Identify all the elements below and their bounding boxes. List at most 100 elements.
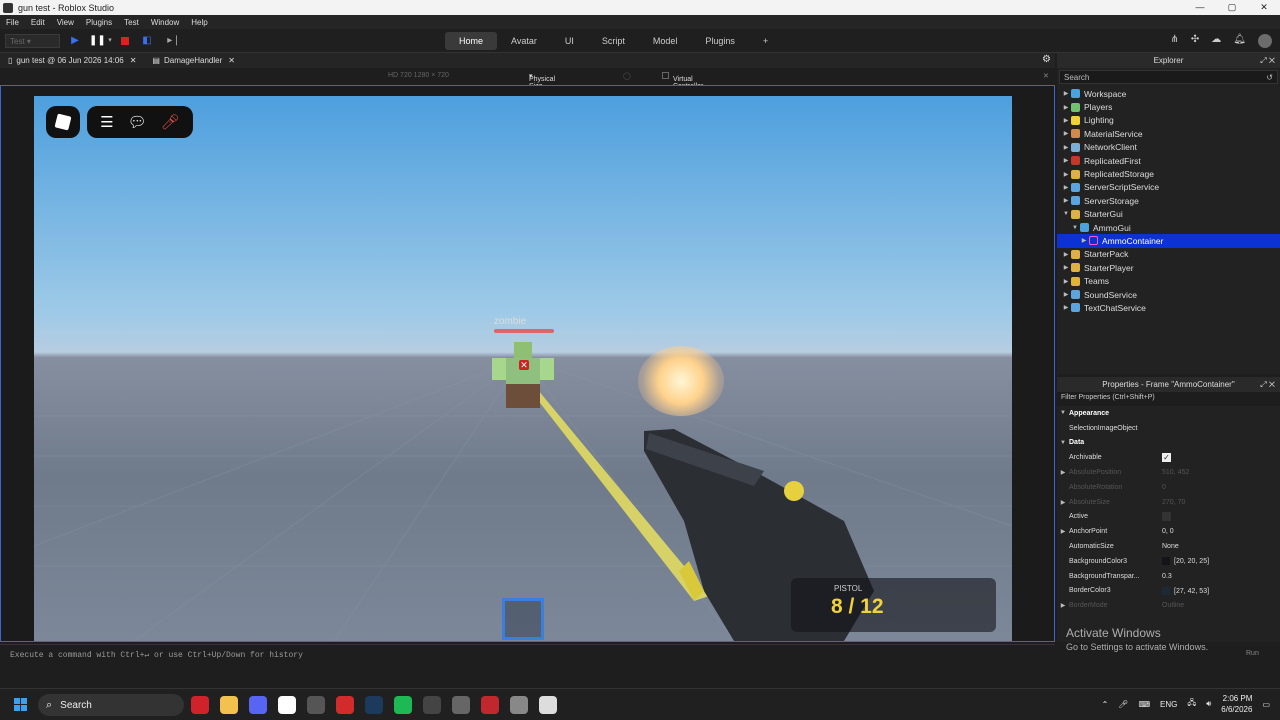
steam-icon[interactable] [365,696,383,714]
close-button[interactable]: ✕ [1248,0,1280,15]
property-row[interactable]: BackgroundTranspar... 0.3 [1057,569,1280,584]
chevron-up-icon[interactable]: ⌃ [1102,700,1109,709]
popout-icon[interactable]: ⤢ [1260,380,1266,389]
close-icon[interactable]: ✕ [1269,380,1275,389]
explorer-item[interactable]: ▼ AmmoGui [1057,221,1280,234]
expand-arrow-icon[interactable]: ▶ [1061,304,1071,311]
explorer-item[interactable]: ▶ StarterPack [1057,248,1280,261]
command-bar[interactable]: Execute a command with Ctrl+↵ or use Ctr… [0,644,1055,664]
explorer-item[interactable]: ▶ NetworkClient [1057,141,1280,154]
property-row[interactable]: ▶ AbsoluteSize 270, 70 [1057,495,1280,510]
clock[interactable]: 2:06 PM 6/6/2026 [1221,693,1252,715]
explorer-item[interactable]: ▶ Teams [1057,274,1280,287]
tab-place[interactable]: ▯ gun test @ 06 Jun 2026 14:06 ✕ [0,53,144,68]
expand-arrow-icon[interactable]: ▶ [1057,528,1069,535]
filter-properties-input[interactable]: Filter Properties (Ctrl+Shift+P) [1057,392,1280,406]
property-row[interactable]: Active [1057,510,1280,525]
collapse-arrow-icon[interactable]: ▼ [1057,440,1069,446]
explorer-item[interactable]: ▶ SoundService [1057,288,1280,301]
app-icon[interactable] [307,696,325,714]
tab-avatar[interactable]: Avatar [497,32,551,50]
property-value[interactable]: 0 [1162,484,1166,491]
explorer-item[interactable]: ▶ ServerScriptService [1057,181,1280,194]
microphone-icon[interactable]: 🎤︎ [1118,700,1128,709]
property-checkbox[interactable] [1162,512,1171,522]
close-icon[interactable]: ✕ [228,56,235,65]
collapse-arrow-icon[interactable]: ▼ [1057,410,1069,416]
expand-arrow-icon[interactable]: ▶ [1061,104,1071,111]
property-row[interactable]: ▶ AbsolutePosition 510, 452 [1057,465,1280,480]
color-swatch[interactable] [1162,557,1170,566]
app-icon-3[interactable] [423,696,441,714]
size-mode-dropdown[interactable]: Physical Size ▾ [529,72,555,90]
roblox-studio-icon[interactable] [278,696,296,714]
minimize-button[interactable]: — [1184,0,1216,15]
explorer-item[interactable]: ▶ ReplicatedStorage [1057,167,1280,180]
property-checkbox[interactable]: ✓ [1162,453,1171,463]
explorer-item[interactable]: ▶ ReplicatedFirst [1057,154,1280,167]
taskbar-search[interactable]: ⌕ Search [38,694,184,716]
close-icon[interactable]: ✕ [1269,56,1275,65]
menu-view[interactable]: View [57,18,74,27]
expand-arrow-icon[interactable]: ▶ [1061,117,1071,124]
menu-test[interactable]: Test [124,18,139,27]
step-icon[interactable]: ▸❘ [167,34,181,48]
network-icon[interactable]: 🖧 [1187,697,1196,711]
roblox-icon[interactable] [539,696,557,714]
expand-arrow-icon[interactable]: ▶ [1061,171,1071,178]
close-icon[interactable]: ✕ [130,56,137,65]
popout-icon[interactable]: ⤢ [1260,56,1266,65]
settings-icon[interactable] [510,696,528,714]
property-section[interactable]: ▼ Appearance [1057,406,1280,421]
explorer-item[interactable]: ▶ ServerStorage [1057,194,1280,207]
expand-arrow-icon[interactable]: ▶ [1057,499,1069,506]
cloud-icon[interactable]: ☁ [1211,34,1221,48]
notifications-icon[interactable]: 🔔︎ [1233,34,1246,48]
game-viewport[interactable]: ☰ 💬︎ 🎤︎ zombie ✕ PISTOL 8 / 12 [0,85,1055,642]
property-row[interactable]: BackgroundColor3 [20, 20, 25] [1057,554,1280,569]
menu-plugins[interactable]: Plugins [86,18,112,27]
collapse-arrow-icon[interactable]: ▼ [1061,211,1071,217]
property-row[interactable]: AbsoluteRotation 0 [1057,480,1280,495]
pause-icon[interactable]: ❚❚ [89,34,106,48]
explorer-item[interactable]: ▶ Workspace [1057,87,1280,100]
explorer-item[interactable]: ▶ TextChatService [1057,301,1280,314]
explorer-item[interactable]: ▶ Players [1057,100,1280,113]
expand-arrow-icon[interactable]: ▶ [1061,251,1071,258]
orientation-icon[interactable]: ◯ [623,72,631,80]
color-swatch[interactable] [1162,586,1170,595]
team-create-icon[interactable]: ✣ [1191,34,1199,48]
tab-plugins[interactable]: Plugins [691,32,749,50]
property-value[interactable]: 510, 452 [1162,469,1189,476]
property-row[interactable]: AutomaticSize None [1057,539,1280,554]
spotify-icon[interactable] [394,696,412,714]
property-row[interactable]: ▶ AnchorPoint 0, 0 [1057,524,1280,539]
property-value[interactable]: Outline [1162,602,1184,609]
property-value[interactable]: [27, 42, 53] [1162,586,1209,595]
tab-script[interactable]: ▤ DamageHandler ✕ [144,53,243,68]
expand-arrow-icon[interactable]: ▶ [1061,184,1071,191]
property-row[interactable]: Archivable ✓ [1057,450,1280,465]
virtual-controller-toggle[interactable]: Virtual Controller [662,72,703,90]
play-dropdown-icon[interactable]: ▾ [103,34,117,48]
history-icon[interactable]: ↺ [1266,73,1273,82]
explorer-item[interactable]: ▶ Lighting [1057,114,1280,127]
expand-arrow-icon[interactable]: ▶ [1061,264,1071,271]
run-button[interactable]: Run [1246,650,1259,657]
property-row[interactable]: SelectionImageObject [1057,421,1280,436]
command-input[interactable]: Execute a command with Ctrl+↵ or use Ctr… [10,650,303,660]
app-icon-2[interactable] [336,696,354,714]
property-value[interactable]: 0, 0 [1162,528,1174,535]
play-icon[interactable]: ▶ [68,34,82,48]
explorer-item[interactable]: ▶ StarterPlayer [1057,261,1280,274]
tab-home[interactable]: Home [445,32,498,50]
discord-icon[interactable] [249,696,267,714]
keyboard-icon[interactable]: ⌨ [1138,700,1150,709]
expand-arrow-icon[interactable]: ▶ [1061,157,1071,164]
test-mode-select[interactable]: Test ▾ [5,34,60,48]
menu-window[interactable]: Window [151,18,179,27]
explorer-search-input[interactable]: Search ↺ [1059,70,1278,84]
expand-arrow-icon[interactable]: ▶ [1079,237,1089,244]
file-explorer-icon[interactable] [220,696,238,714]
expand-arrow-icon[interactable]: ▶ [1061,197,1071,204]
